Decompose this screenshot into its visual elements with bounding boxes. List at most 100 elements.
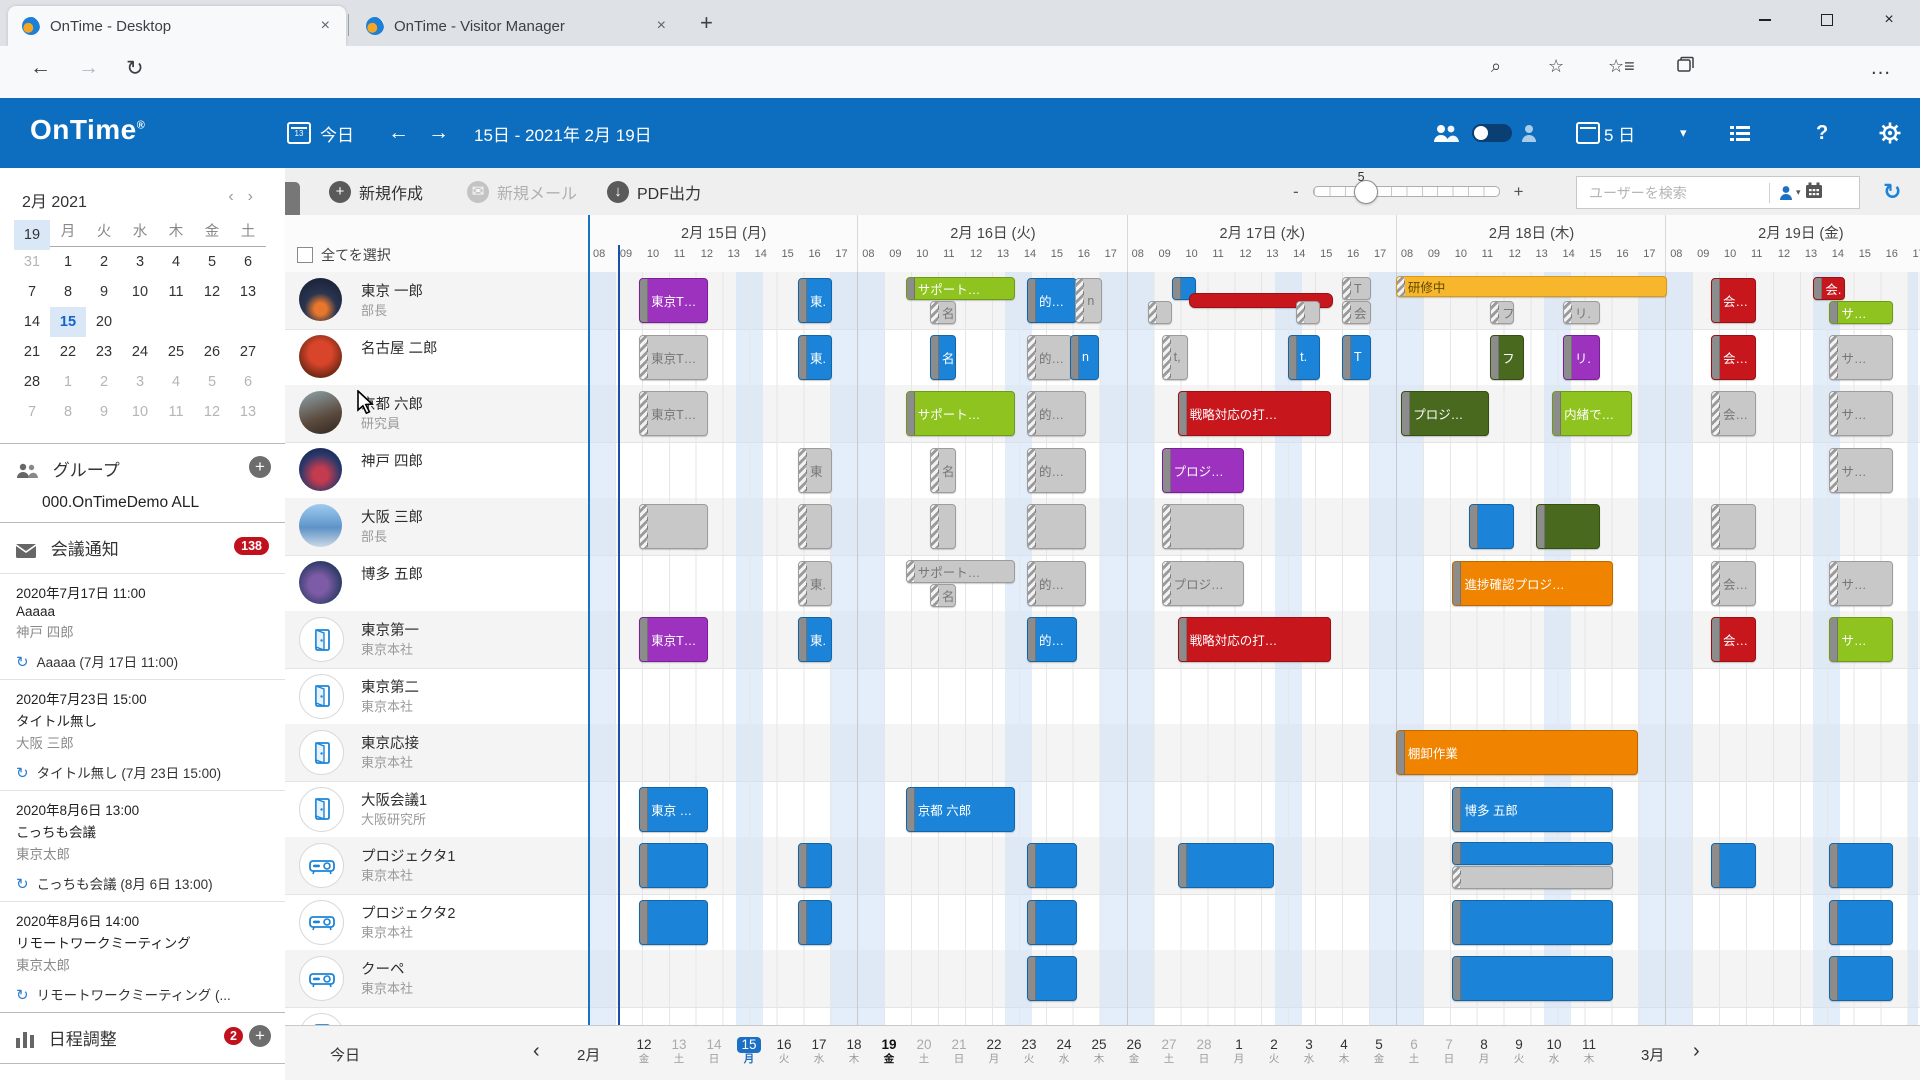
event-block[interactable] — [1027, 504, 1086, 549]
event-block[interactable] — [639, 504, 708, 549]
next-range-icon[interactable]: → — [428, 98, 449, 168]
event-block[interactable]: 東京 … — [639, 787, 708, 832]
event-block[interactable]: 会… — [1711, 278, 1756, 323]
bottom-date-cell[interactable]: 24水 — [1047, 1037, 1081, 1065]
bottom-date-cell[interactable]: 4木 — [1327, 1037, 1361, 1065]
day-count-dropdown[interactable]: 5 日 — [1604, 98, 1635, 168]
event-block[interactable]: 研修中 — [1396, 276, 1667, 297]
event-block[interactable]: サ… — [1829, 448, 1893, 493]
calendar-day-cell[interactable]: 28 — [14, 367, 50, 397]
event-block[interactable]: T — [1342, 277, 1371, 300]
event-block[interactable] — [1148, 301, 1172, 324]
calendar-day-cell[interactable]: 5 — [194, 247, 230, 277]
event-block[interactable]: 的… — [1027, 391, 1086, 436]
bottom-date-cell[interactable]: 6土 — [1397, 1037, 1431, 1065]
notice-reschedule-link[interactable]: ↻リモートワークミーティング (... — [0, 978, 285, 1012]
event-block[interactable]: プロジ… — [1401, 391, 1489, 436]
notice-reschedule-link[interactable]: ↻こっちも会議 (8月 6日 13:00) — [0, 867, 285, 901]
bottom-date-cell[interactable]: 12金 — [627, 1037, 661, 1065]
zoom-search-icon[interactable]: ⌕ — [1491, 56, 1501, 77]
event-block[interactable]: n — [1070, 335, 1099, 380]
event-block[interactable]: 東. — [798, 278, 832, 323]
event-block[interactable]: 京都 六郎 — [906, 787, 1016, 832]
calendar-day-cell[interactable]: 26 — [194, 337, 230, 367]
notice-reschedule-link[interactable]: ↻Aaaaa (7月 17日 11:00) — [0, 645, 285, 679]
sidebar-schedule-adjust[interactable]: 日程調整 2 + — [0, 1013, 285, 1063]
calendar-day-cell[interactable]: 2 — [86, 367, 122, 397]
event-block[interactable]: 会… — [1711, 561, 1756, 606]
calendar-day-cell[interactable]: 9 — [86, 277, 122, 307]
event-block[interactable] — [798, 900, 832, 945]
calendar-day-cell[interactable]: 10 — [122, 397, 158, 427]
toggle-switch[interactable] — [1472, 124, 1512, 142]
bottom-date-cell[interactable]: 15月 — [732, 1037, 766, 1065]
bottom-date-cell[interactable]: 26金 — [1117, 1037, 1151, 1065]
bottom-date-cell[interactable]: 23火 — [1012, 1037, 1046, 1065]
select-all-checkbox[interactable] — [297, 247, 313, 263]
bottom-date-cell[interactable]: 14日 — [697, 1037, 731, 1065]
bottom-date-cell[interactable]: 5金 — [1362, 1037, 1396, 1065]
event-block[interactable]: 東. — [798, 561, 832, 606]
event-block[interactable]: サ… — [1829, 561, 1893, 606]
event-block[interactable]: 名 — [930, 448, 956, 493]
new-mail-button[interactable]: ✉新規メール — [467, 168, 577, 215]
close-button[interactable]: × — [1858, 0, 1920, 40]
event-block[interactable]: リ. — [1563, 335, 1600, 380]
event-block[interactable]: 的… — [1027, 278, 1077, 323]
event-block[interactable]: 東京T… — [639, 335, 708, 380]
list-view-icon[interactable] — [1730, 98, 1750, 168]
calendar-next-icon[interactable]: › — [248, 188, 267, 205]
event-block[interactable]: 内緒で… — [1552, 391, 1632, 436]
tab-ontime-desktop[interactable]: OnTime - Desktop × — [8, 6, 346, 46]
notice-item[interactable]: 2020年7月17日 11:00Aaaaa神戸 四郎 — [0, 573, 285, 645]
event-block[interactable] — [1027, 843, 1077, 888]
calendar-prev-icon[interactable]: ‹ — [228, 188, 247, 205]
event-block[interactable]: 東京T… — [639, 617, 708, 662]
event-block[interactable]: 名 — [930, 301, 956, 324]
bottom-date-cell[interactable]: 19金 — [872, 1037, 906, 1065]
bottom-date-cell[interactable]: 11木 — [1572, 1037, 1606, 1065]
calendar-day-cell[interactable]: 10 — [122, 277, 158, 307]
calendar-day-cell[interactable]: 6 — [230, 367, 266, 397]
people-resource-toggle[interactable] — [1472, 98, 1512, 168]
calendar-day-cell[interactable]: 13 — [230, 277, 266, 307]
bottom-date-cell[interactable]: 10水 — [1537, 1037, 1571, 1065]
event-block[interactable] — [1452, 842, 1613, 865]
calendar-day-cell[interactable]: 15 — [50, 307, 86, 337]
event-block[interactable]: 博多 五郎 — [1452, 787, 1613, 832]
calendar-day-cell[interactable]: 13 — [230, 397, 266, 427]
calendar-day-cell[interactable]: 4 — [158, 367, 194, 397]
event-block[interactable]: 東京T… — [639, 391, 708, 436]
event-block[interactable]: 会 — [1342, 301, 1371, 324]
event-block[interactable]: 会… — [1711, 335, 1756, 380]
tab-close-icon[interactable]: × — [653, 17, 670, 35]
event-block[interactable]: T — [1342, 335, 1371, 380]
event-block[interactable]: 会. — [1813, 277, 1845, 300]
event-block[interactable]: 会… — [1711, 391, 1756, 436]
slider-plus[interactable]: + — [1514, 182, 1524, 202]
event-block[interactable]: t. — [1288, 335, 1320, 380]
event-block[interactable]: サ… — [1829, 335, 1893, 380]
event-block[interactable]: 的… — [1027, 617, 1077, 662]
new-tab-button[interactable]: + — [700, 10, 713, 36]
tab-close-icon[interactable]: × — [317, 17, 334, 35]
calendar-day-cell[interactable]: 20 — [86, 307, 122, 337]
favorites-star-icon[interactable]: ☆ — [1548, 56, 1564, 77]
user-search-input[interactable] — [1587, 184, 1761, 202]
event-block[interactable]: 的… — [1027, 335, 1072, 380]
calendar-day-cell[interactable]: 22 — [50, 337, 86, 367]
add-group-icon[interactable]: + — [249, 456, 271, 478]
event-block[interactable] — [798, 843, 832, 888]
bottom-date-cell[interactable]: 9火 — [1502, 1037, 1536, 1065]
event-block[interactable]: 東 — [798, 448, 832, 493]
minimize-button[interactable] — [1734, 0, 1796, 40]
bottom-date-cell[interactable]: 13土 — [662, 1037, 696, 1065]
calendar-day-cell[interactable]: 7 — [14, 397, 50, 427]
bottom-date-cell[interactable]: 22月 — [977, 1037, 1011, 1065]
calendar-day-cell[interactable]: 24 — [122, 337, 158, 367]
notice-item[interactable]: 2020年8月6日 13:00こっちも会議東京太郎 — [0, 790, 285, 867]
bottom-date-cell[interactable]: 1月 — [1222, 1037, 1256, 1065]
event-block[interactable] — [639, 843, 708, 888]
slider-thumb[interactable] — [1354, 180, 1378, 204]
sidebar-meeting-notices[interactable]: 会議通知 138 — [0, 523, 285, 573]
